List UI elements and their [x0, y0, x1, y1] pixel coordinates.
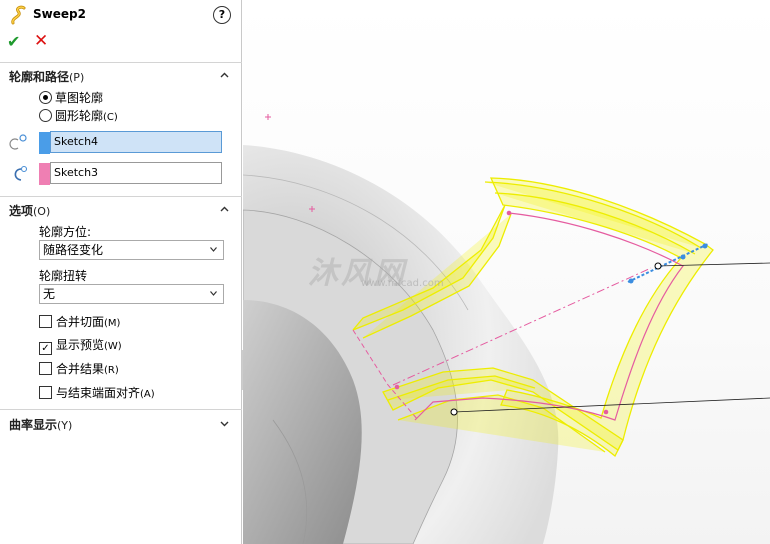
- section-profile-path-header[interactable]: 轮廓和路径(P): [9, 68, 84, 85]
- path-selection-row: Sketch3: [9, 162, 229, 186]
- watermark-url: www.mfcad.com: [361, 278, 444, 289]
- chevron-up-icon[interactable]: [220, 205, 229, 214]
- profile-icon: [9, 134, 27, 150]
- radio-button[interactable]: [39, 109, 52, 122]
- checkbox-align-end-faces[interactable]: 与结束端面对齐(A): [39, 384, 155, 400]
- section-curvature-header[interactable]: 曲率显示(Y): [9, 416, 72, 433]
- orientation-label: 轮廓方位:: [39, 225, 92, 239]
- profile-selection-box[interactable]: Sketch4: [50, 131, 222, 153]
- graphics-viewport[interactable]: 沐风网 www.mfcad.com: [243, 0, 770, 544]
- chevron-down-icon[interactable]: [220, 419, 229, 428]
- twist-label: 轮廓扭转: [39, 269, 88, 283]
- sketch-point: [265, 114, 271, 120]
- ok-button[interactable]: ✔: [7, 32, 20, 51]
- handle-dot[interactable]: [680, 254, 686, 260]
- chevron-down-icon: [210, 247, 217, 252]
- handle-dot[interactable]: [628, 278, 634, 284]
- callout-anchor[interactable]: [654, 262, 662, 270]
- callout-anchor[interactable]: [450, 408, 458, 416]
- orientation-dropdown[interactable]: 随路径变化: [39, 240, 224, 260]
- feature-title: Sweep2: [33, 7, 86, 21]
- cancel-button[interactable]: ✕: [34, 31, 48, 51]
- path-color-swatch: [39, 163, 50, 185]
- checkbox[interactable]: [39, 362, 52, 375]
- path-vertex: [394, 384, 400, 390]
- checkbox-merge-faces[interactable]: 合并切面(M): [39, 313, 120, 329]
- twist-dropdown[interactable]: 无: [39, 284, 224, 304]
- checkbox[interactable]: [39, 315, 52, 328]
- chevron-down-icon: [210, 291, 217, 296]
- property-manager: Sweep2 ? ✔ ✕ 轮廓和路径(P) 草图轮廓 圆形轮廓(C) Sketc…: [0, 0, 242, 544]
- path-icon: [14, 165, 28, 181]
- checkbox[interactable]: [39, 386, 52, 399]
- profile-selection-row: Sketch4: [9, 131, 229, 155]
- radio-circular-profile[interactable]: 圆形轮廓(C): [39, 107, 118, 123]
- help-icon[interactable]: ?: [213, 6, 231, 24]
- title-bar: Sweep2 ?: [0, 0, 242, 30]
- checkbox-show-preview[interactable]: ✓ 显示预览(W): [39, 336, 122, 355]
- divider: [0, 196, 242, 197]
- divider: [0, 409, 242, 410]
- path-vertex: [506, 210, 512, 216]
- sweep-icon: [11, 5, 26, 25]
- divider: [0, 62, 242, 63]
- handle-dot[interactable]: [702, 243, 708, 249]
- radio-sketch-profile[interactable]: 草图轮廓: [39, 89, 103, 105]
- path-vertex: [603, 409, 609, 415]
- radio-button-selected[interactable]: [39, 91, 52, 104]
- checkbox-checked[interactable]: ✓: [39, 342, 52, 355]
- profile-color-swatch: [39, 132, 50, 154]
- section-options-header[interactable]: 选项(O): [9, 202, 50, 219]
- twist-value: 无: [43, 287, 56, 301]
- path-selection-box[interactable]: Sketch3: [50, 162, 222, 184]
- checkbox-merge-result[interactable]: 合并结果(R): [39, 360, 119, 376]
- orientation-value: 随路径变化: [43, 243, 104, 257]
- chevron-up-icon[interactable]: [220, 71, 229, 80]
